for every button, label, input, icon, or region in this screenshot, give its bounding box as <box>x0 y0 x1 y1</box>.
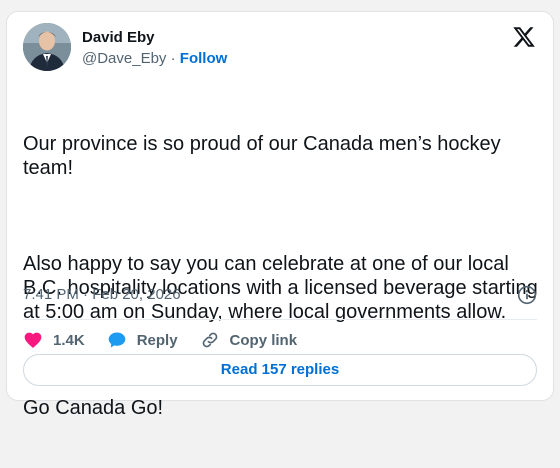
x-logo-icon[interactable] <box>512 25 536 49</box>
copy-link-button[interactable]: Copy link <box>200 330 298 350</box>
reply-label: Reply <box>136 331 178 349</box>
heart-icon <box>24 332 42 348</box>
divider <box>23 319 537 320</box>
separator: · <box>170 50 176 67</box>
action-bar: 1.4K Reply Copy link <box>23 324 319 356</box>
tweet-paragraph: Our province is so proud of our Canada m… <box>23 133 507 179</box>
copy-link-label: Copy link <box>229 331 298 349</box>
follow-button[interactable]: Follow <box>180 50 228 67</box>
tweet-text: Our province is so proud of our Canada m… <box>23 84 539 468</box>
tweet-paragraph: Go Canada Go! <box>23 397 164 419</box>
tweet-header: David Eby @Dave_Eby · Follow <box>23 23 537 73</box>
avatar[interactable] <box>23 23 71 71</box>
author-handle[interactable]: @Dave_Eby <box>82 50 166 67</box>
info-icon[interactable] <box>517 285 537 305</box>
tweet-card: David Eby @Dave_Eby · Follow Our provinc… <box>6 11 554 419</box>
link-icon <box>202 332 217 348</box>
like-button[interactable]: 1.4K <box>23 330 85 350</box>
like-count: 1.4K <box>53 331 85 349</box>
tweet-meta: 7:41 PM · Feb 20, 2026 <box>23 285 537 305</box>
timestamp[interactable]: 7:41 PM · Feb 20, 2026 <box>23 286 181 303</box>
author-handle-row: @Dave_Eby · Follow <box>82 50 227 68</box>
speech-bubble-icon <box>108 332 126 348</box>
author-name[interactable]: David Eby <box>82 29 155 47</box>
read-replies-button[interactable]: Read 157 replies <box>23 354 537 386</box>
reply-button[interactable]: Reply <box>107 330 178 350</box>
